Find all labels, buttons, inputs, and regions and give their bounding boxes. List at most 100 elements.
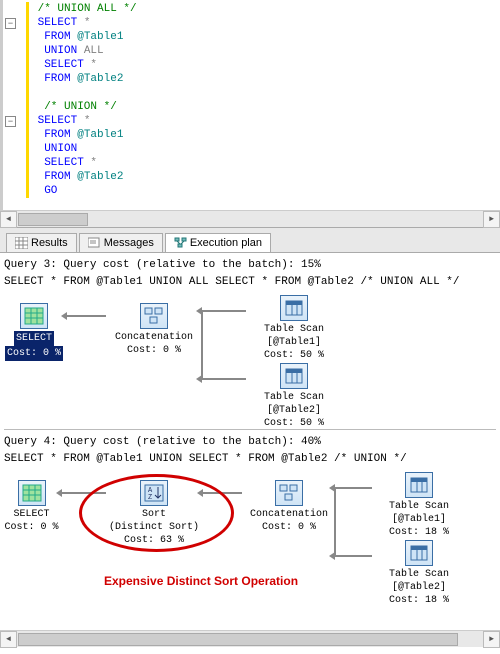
- plan-node-tablescan-1[interactable]: Table Scan [@Table1] Cost: 50 %: [249, 295, 339, 362]
- plan-arrow: [334, 487, 372, 489]
- code-line[interactable]: /* UNION ALL */: [3, 2, 500, 16]
- tab-messages[interactable]: Messages: [79, 233, 163, 252]
- plan-node-tablescan-2[interactable]: Table Scan [@Table2] Cost: 18 %: [374, 540, 464, 607]
- plan-arrow: [201, 378, 246, 380]
- plan-hscrollbar[interactable]: ◄ ►: [0, 630, 500, 647]
- code-text: SELECT *: [29, 58, 97, 72]
- scroll-right-button[interactable]: ►: [483, 631, 500, 648]
- plan-node-concatenation[interactable]: Concatenation Cost: 0 %: [109, 303, 199, 357]
- plan-arrow: [201, 310, 246, 312]
- plan-node-tablescan-1[interactable]: Table Scan [@Table1] Cost: 18 %: [374, 472, 464, 539]
- code-line[interactable]: /* UNION */: [3, 100, 500, 114]
- node-label: Table Scan: [264, 324, 324, 335]
- fold-toggle[interactable]: −: [5, 116, 16, 127]
- plan-node-sort[interactable]: AZ Sort (Distinct Sort) Cost: 63 %: [109, 480, 199, 547]
- code-text: SELECT *: [29, 16, 90, 30]
- grid-icon: [15, 237, 28, 249]
- node-label: Table Scan: [389, 501, 449, 512]
- editor-hscrollbar[interactable]: ◄ ►: [0, 210, 500, 227]
- node-label: SELECT: [13, 509, 49, 520]
- query4-header1: Query 4: Query cost (relative to the bat…: [4, 436, 496, 449]
- node-label: Sort: [142, 509, 166, 520]
- code-line[interactable]: FROM @Table1: [3, 30, 500, 44]
- code-text: FROM @Table2: [29, 72, 123, 86]
- results-tabs: Results Messages Execution plan: [0, 227, 500, 253]
- node-cost: Cost: 0 %: [127, 345, 181, 356]
- scroll-left-button[interactable]: ◄: [0, 631, 17, 648]
- node-label: Table Scan: [389, 569, 449, 580]
- tab-messages-label: Messages: [104, 237, 154, 249]
- plan-arrow: [66, 315, 106, 317]
- code-line[interactable]: FROM @Table2: [3, 72, 500, 86]
- node-cost: Cost: 50 %: [264, 418, 324, 429]
- node-object: [@Table2]: [267, 405, 321, 416]
- scroll-thumb[interactable]: [18, 633, 458, 646]
- code-line[interactable]: SELECT *: [3, 58, 500, 72]
- query4-header2: SELECT * FROM @Table1 UNION SELECT * FRO…: [4, 453, 496, 466]
- code-text: GO: [29, 184, 57, 198]
- query3-header1: Query 3: Query cost (relative to the bat…: [4, 259, 496, 272]
- concat-icon: [140, 303, 168, 329]
- tablescan-icon: [405, 540, 433, 566]
- node-sub: (Distinct Sort): [109, 522, 199, 533]
- query3-header2: SELECT * FROM @Table1 UNION ALL SELECT *…: [4, 276, 496, 289]
- tablescan-icon: [280, 295, 308, 321]
- scroll-left-button[interactable]: ◄: [0, 211, 17, 228]
- plan-node-select[interactable]: SELECT Cost: 0 %: [4, 480, 59, 534]
- tab-execution-plan[interactable]: Execution plan: [165, 233, 271, 252]
- code-line[interactable]: − SELECT *: [3, 16, 500, 30]
- code-text: [29, 86, 44, 100]
- node-cost: Cost: 0 %: [4, 522, 58, 533]
- code-line[interactable]: FROM @Table2: [3, 170, 500, 184]
- plan-node-select[interactable]: SELECT Cost: 0 %: [4, 303, 64, 361]
- code-line[interactable]: UNION: [3, 142, 500, 156]
- plan-node-tablescan-2[interactable]: Table Scan [@Table2] Cost: 50 %: [249, 363, 339, 430]
- execution-plan-pane[interactable]: Query 3: Query cost (relative to the bat…: [0, 253, 500, 630]
- code-line[interactable]: [3, 86, 500, 100]
- plan-arrow: [61, 492, 106, 494]
- code-line[interactable]: SELECT *: [3, 156, 500, 170]
- code-text: UNION: [29, 142, 77, 156]
- code-line[interactable]: GO: [3, 184, 500, 198]
- sort-icon: AZ: [140, 480, 168, 506]
- annotation-text: Expensive Distinct Sort Operation: [104, 575, 298, 588]
- code-text: FROM @Table1: [29, 30, 123, 44]
- fold-toggle[interactable]: −: [5, 18, 16, 29]
- plan-node-concatenation[interactable]: Concatenation Cost: 0 %: [244, 480, 334, 534]
- plan-arrow: [334, 555, 372, 557]
- node-cost: Cost: 18 %: [389, 595, 449, 606]
- tablescan-icon: [280, 363, 308, 389]
- messages-icon: [88, 237, 101, 249]
- code-line[interactable]: − SELECT *: [3, 114, 500, 128]
- code-text: SELECT *: [29, 156, 97, 170]
- execplan-icon: [174, 237, 187, 249]
- sql-editor[interactable]: /* UNION ALL */− SELECT * FROM @Table1 U…: [0, 0, 500, 210]
- node-cost: Cost: 50 %: [264, 350, 324, 361]
- select-result-icon: [20, 303, 48, 329]
- plan-arrow: [334, 487, 336, 557]
- code-line[interactable]: FROM @Table1: [3, 128, 500, 142]
- tab-results[interactable]: Results: [6, 233, 77, 252]
- query3-plan: SELECT Cost: 0 % Concatenation Cost: 0 %…: [4, 293, 496, 423]
- code-text: SELECT *: [29, 114, 90, 128]
- query4-plan: SELECT Cost: 0 % AZ Sort (Distinct Sort)…: [4, 470, 496, 620]
- node-label: Table Scan: [264, 392, 324, 403]
- node-label: SELECT: [14, 331, 54, 346]
- node-cost: Cost: 0 %: [5, 346, 63, 361]
- scroll-right-button[interactable]: ►: [483, 211, 500, 228]
- code-text: /* UNION */: [29, 100, 117, 114]
- code-text: UNION ALL: [29, 44, 104, 58]
- node-cost: Cost: 18 %: [389, 527, 449, 538]
- node-label: Concatenation: [250, 509, 328, 520]
- code-line[interactable]: UNION ALL: [3, 44, 500, 58]
- tab-execplan-label: Execution plan: [190, 237, 262, 249]
- node-object: [@Table1]: [267, 337, 321, 348]
- svg-text:Z: Z: [148, 494, 152, 502]
- scroll-thumb[interactable]: [18, 213, 88, 226]
- node-object: [@Table2]: [392, 582, 446, 593]
- plan-arrow: [202, 492, 242, 494]
- tab-results-label: Results: [31, 237, 68, 249]
- tablescan-icon: [405, 472, 433, 498]
- plan-arrow: [201, 310, 203, 380]
- concat-icon: [275, 480, 303, 506]
